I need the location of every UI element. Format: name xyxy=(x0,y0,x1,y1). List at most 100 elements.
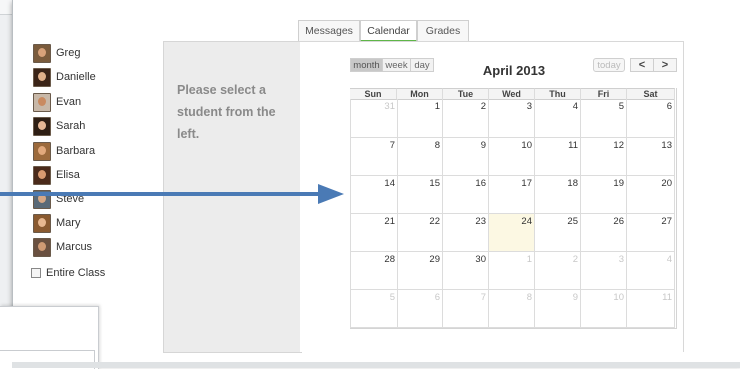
today-button[interactable]: today xyxy=(593,58,625,72)
calendar-day-cell[interactable]: 5 xyxy=(581,99,627,138)
calendar-day-number: 1 xyxy=(434,101,440,112)
calendar-day-number: 3 xyxy=(618,254,624,265)
calendar-day-number: 6 xyxy=(666,101,672,112)
calendar-day-number: 1 xyxy=(526,254,532,265)
student-item[interactable]: Barbara xyxy=(33,141,95,161)
avatar xyxy=(33,237,51,257)
calendar-day-cell[interactable]: 5 xyxy=(350,290,398,328)
avatar-face xyxy=(38,71,46,81)
calendar-day-number: 23 xyxy=(475,216,486,227)
avatar xyxy=(33,116,51,136)
calendar-day-cell[interactable]: 17 xyxy=(489,176,535,214)
calendar-day-cell[interactable]: 9 xyxy=(535,290,581,328)
student-item[interactable]: Evan xyxy=(33,92,81,112)
calendar-day-cell[interactable]: 11 xyxy=(535,138,581,176)
tab-grades[interactable]: Grades xyxy=(417,20,469,41)
calendar-day-cell[interactable]: 7 xyxy=(350,138,398,176)
student-item[interactable]: Danielle xyxy=(33,67,96,87)
avatar xyxy=(33,141,51,161)
calendar-day-number: 13 xyxy=(661,140,672,151)
avatar-face xyxy=(38,47,46,57)
calendar-title: April 2013 xyxy=(482,63,546,78)
calendar-day-number: 4 xyxy=(666,254,672,265)
calendar-day-cell[interactable]: 28 xyxy=(350,252,398,290)
calendar-day-number: 29 xyxy=(429,254,440,265)
calendar-day-cell[interactable]: 2 xyxy=(443,99,489,138)
student-name: Barbara xyxy=(56,145,96,157)
calendar-day-number: 18 xyxy=(567,178,578,189)
calendar-day-cell[interactable]: 8 xyxy=(397,138,443,176)
calendar-day-number: 2 xyxy=(572,254,578,265)
calendar-day-cell[interactable]: 25 xyxy=(535,214,581,252)
calendar-day-number: 21 xyxy=(384,216,395,227)
calendar-day-cell[interactable]: 20 xyxy=(627,176,675,214)
bottom-border xyxy=(12,362,740,368)
pointer-arrow xyxy=(0,184,344,204)
calendar-day-cell[interactable]: 16 xyxy=(443,176,489,214)
calendar-day-cell[interactable]: 27 xyxy=(627,214,675,252)
calendar-day-cell[interactable]: 9 xyxy=(443,138,489,176)
calendar-day-number: 11 xyxy=(568,140,578,151)
avatar-face xyxy=(38,120,46,130)
calendar-day-cell[interactable]: 8 xyxy=(489,290,535,328)
student-name: Mary xyxy=(56,217,81,229)
calendar-day-cell[interactable]: 10 xyxy=(489,138,535,176)
entire-class-option[interactable]: Entire Class xyxy=(31,267,105,279)
calendar-day-cell[interactable]: 4 xyxy=(535,99,581,138)
student-item[interactable]: Sarah xyxy=(33,116,85,136)
prev-month-button[interactable]: < xyxy=(630,58,654,72)
calendar-day-cell[interactable]: 30 xyxy=(443,252,489,290)
tab-calendar[interactable]: Calendar xyxy=(360,20,417,42)
calendar-day-number: 8 xyxy=(526,292,532,303)
calendar-day-cell[interactable]: 6 xyxy=(627,99,675,138)
calendar-day-cell[interactable]: 21 xyxy=(350,214,398,252)
week-view-button[interactable]: week xyxy=(382,58,411,72)
calendar-day-cell[interactable]: 22 xyxy=(397,214,443,252)
calendar-day-cell[interactable]: 11 xyxy=(627,290,675,328)
calendar-day-number: 28 xyxy=(384,254,395,265)
calendar-day-number: 4 xyxy=(572,101,578,112)
student-item[interactable]: Elisa xyxy=(33,165,80,185)
chevron-right-icon: > xyxy=(661,59,669,71)
calendar-day-cell[interactable]: 24 xyxy=(489,214,535,252)
calendar-day-cell[interactable]: 19 xyxy=(581,176,627,214)
avatar-face xyxy=(38,241,46,251)
calendar-day-cell[interactable]: 4 xyxy=(627,252,675,290)
student-name: Greg xyxy=(56,47,81,59)
student-item[interactable]: Marcus xyxy=(33,237,92,257)
entire-class-checkbox[interactable] xyxy=(31,268,41,278)
calendar-day-cell[interactable]: 12 xyxy=(581,138,627,176)
calendar-day-number: 20 xyxy=(661,178,672,189)
calendar-day-cell[interactable]: 2 xyxy=(535,252,581,290)
calendar-day-cell[interactable]: 10 xyxy=(581,290,627,328)
month-view-button[interactable]: month xyxy=(350,58,383,72)
calendar-day-cell[interactable]: 1 xyxy=(489,252,535,290)
calendar-day-cell[interactable]: 1 xyxy=(397,99,443,138)
calendar-day-cell[interactable]: 26 xyxy=(581,214,627,252)
calendar-day-cell[interactable]: 31 xyxy=(350,99,398,138)
student-item[interactable]: Greg xyxy=(33,43,80,63)
calendar-day-cell[interactable]: 29 xyxy=(397,252,443,290)
calendar-day-number: 30 xyxy=(475,254,486,265)
avatar xyxy=(33,67,51,87)
calendar-day-cell[interactable]: 14 xyxy=(350,176,398,214)
student-name: Danielle xyxy=(56,71,96,83)
calendar-day-number: 22 xyxy=(429,216,440,227)
calendar-day-cell[interactable]: 18 xyxy=(535,176,581,214)
student-item[interactable]: Mary xyxy=(33,213,80,233)
next-month-button[interactable]: > xyxy=(653,58,677,72)
avatar-face xyxy=(38,217,46,227)
calendar-day-number: 26 xyxy=(613,216,624,227)
arrow-head xyxy=(318,184,344,204)
avatar xyxy=(33,165,51,185)
calendar-day-cell[interactable]: 3 xyxy=(581,252,627,290)
calendar-day-cell[interactable]: 7 xyxy=(443,290,489,328)
calendar-day-number: 14 xyxy=(384,178,395,189)
calendar-day-cell[interactable]: 6 xyxy=(397,290,443,328)
tab-messages[interactable]: Messages xyxy=(298,20,360,41)
day-view-button[interactable]: day xyxy=(410,58,434,72)
calendar-day-cell[interactable]: 3 xyxy=(489,99,535,138)
calendar-day-cell[interactable]: 15 xyxy=(397,176,443,214)
calendar-day-cell[interactable]: 13 xyxy=(627,138,675,176)
calendar-day-cell[interactable]: 23 xyxy=(443,214,489,252)
